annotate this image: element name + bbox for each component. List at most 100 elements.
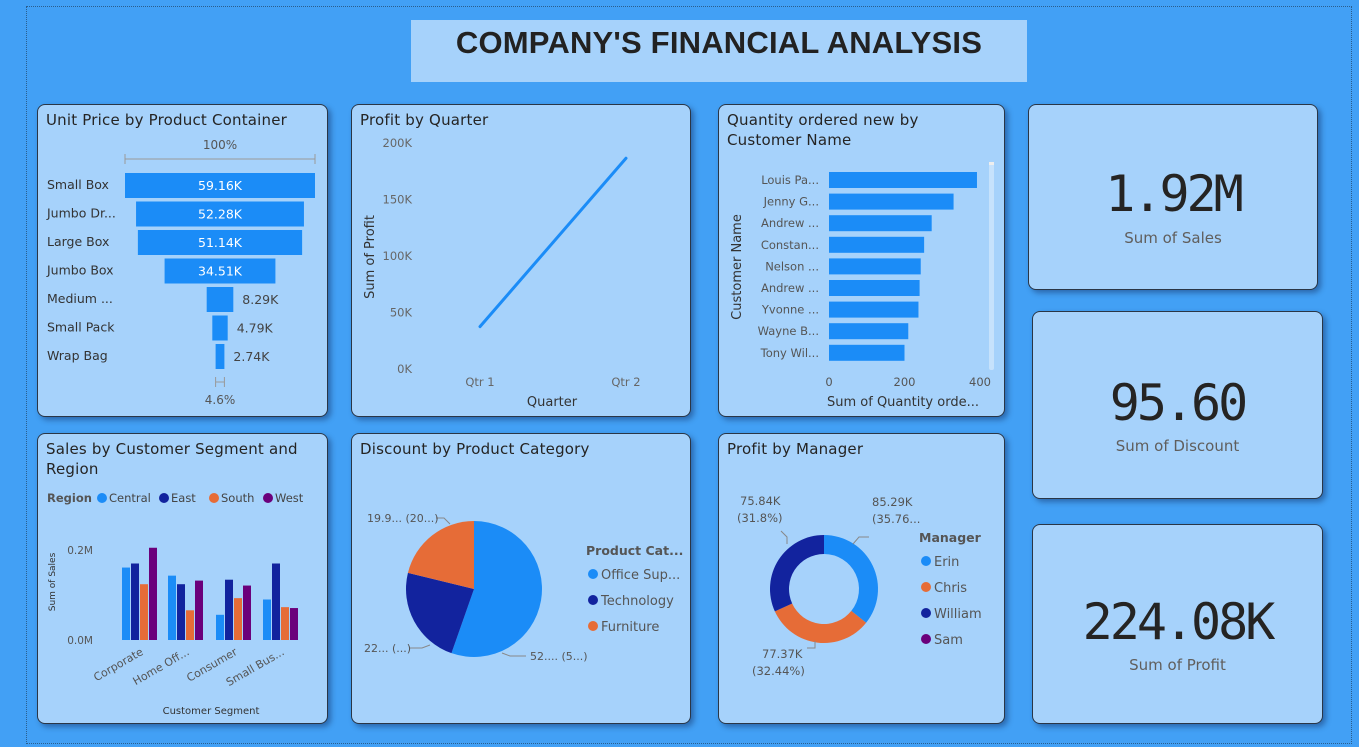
quantity-bar <box>829 215 932 232</box>
legend-label: South <box>221 491 254 505</box>
funnel-data-label: 4.79K <box>237 321 274 336</box>
legend-title: Region <box>47 491 92 505</box>
funnel-category-label: Medium ... <box>47 291 113 306</box>
y-tick-label: 200K <box>383 136 413 150</box>
y-tick-label: 50K <box>390 306 413 320</box>
customer-name-label: Jenny G... <box>763 195 819 209</box>
sales-bar <box>122 567 130 640</box>
discount-pie-chart: 52.... (5...) 22... (...) 19.9... (20...) P… <box>364 512 683 663</box>
x-axis-title: Sum of Quantity orde... <box>827 395 979 410</box>
y-axis-title: Customer Name <box>730 214 745 320</box>
legend-label: Sam <box>934 633 963 648</box>
leader-line <box>807 641 816 649</box>
legend-dot <box>263 493 273 503</box>
legend-dot <box>209 493 219 503</box>
quantity-bar <box>829 236 925 253</box>
legend-dot <box>159 493 169 503</box>
donut-slice <box>770 535 824 612</box>
quantity-bar <box>829 323 909 340</box>
quantity-bar <box>829 193 954 210</box>
x-axis-title: Quarter <box>527 395 578 410</box>
kpi-card-profit[interactable]: 224.08K Sum of Profit <box>1032 524 1323 724</box>
y-tick-label: 0.2M <box>67 545 93 557</box>
x-tick-label: Qtr 2 <box>611 375 640 389</box>
legend-dot <box>588 621 598 631</box>
y-axis-title: Sum of Profit <box>363 215 378 299</box>
sales-bar <box>243 585 251 640</box>
legend-label: Central <box>109 491 151 505</box>
kpi-label: Sum of Discount <box>1115 437 1240 455</box>
funnel-data-label: 59.16K <box>198 178 243 193</box>
funnel-chart-panel[interactable]: Unit Price by Product Container 100% Smal… <box>37 104 328 417</box>
sales-bar <box>168 575 176 640</box>
x-axis-title: Customer Segment <box>163 706 260 717</box>
sales-bar <box>272 563 280 640</box>
quantity-bar <box>829 344 905 361</box>
donut-data-label: (31.8%) <box>737 511 783 525</box>
customer-bar-chart: Louis Pa... Jenny G... Andrew ... Constan..… <box>730 162 994 410</box>
pie-data-label: 52.... (5...) <box>530 650 588 663</box>
funnel-chart: 100% Small Box 59.16K Jumbo Dr... 52.28K Larg… <box>46 138 316 407</box>
quantity-bar <box>829 301 919 318</box>
customer-name-label: Yvonne ... <box>761 303 819 317</box>
funnel-data-label: 51.14K <box>198 235 243 250</box>
customer-name-label: Tony Wil... <box>760 346 819 360</box>
legend-dot <box>921 608 931 618</box>
funnel-top-percent: 100% <box>203 138 237 152</box>
kpi-value: 95.60 <box>1109 374 1249 432</box>
funnel-bar <box>215 344 225 369</box>
customer-bar-chart-panel[interactable]: Quantity ordered new by Customer Name Lo… <box>718 104 1005 417</box>
legend-dot <box>588 595 598 605</box>
legend-title: Product Cat... <box>586 543 683 558</box>
legend-label: William <box>934 607 982 622</box>
report-title-box: COMPANY'S FINANCIAL ANALYSIS <box>411 20 1027 82</box>
scrollbar-handle <box>989 162 994 165</box>
y-tick-label: 150K <box>383 193 413 207</box>
sales-bar <box>225 579 233 640</box>
y-tick-label: 100K <box>383 249 413 263</box>
funnel-category-label: Jumbo Dr... <box>46 206 116 221</box>
kpi-card-discount[interactable]: 95.60 Sum of Discount <box>1032 311 1323 499</box>
legend-dot <box>921 582 931 592</box>
sales-bar <box>177 584 185 640</box>
customer-name-label: Wayne B... <box>758 324 819 338</box>
donut-slice <box>824 535 878 623</box>
quantity-bar <box>829 258 921 275</box>
customer-name-label: Constan... <box>761 238 819 252</box>
kpi-card-sales[interactable]: 1.92M Sum of Sales <box>1028 104 1318 290</box>
quantity-bar <box>829 280 920 296</box>
legend-label: East <box>171 491 196 505</box>
x-tick-label: 400 <box>969 375 991 389</box>
manager-donut-chart-panel[interactable]: Profit by Manager 85.29K (35.76... 77.37K(… <box>718 433 1005 724</box>
legend-dot <box>921 634 931 644</box>
legend-title: Manager <box>919 530 982 545</box>
legend-label: Technology <box>600 594 674 609</box>
funnel-category-label: Small Box <box>47 177 109 192</box>
x-tick-label: 0 <box>825 375 832 389</box>
x-tick-label: 200 <box>894 375 916 389</box>
sales-bar <box>195 580 203 640</box>
customer-name-label: Louis Pa... <box>761 173 819 187</box>
customer-name-label: Nelson ... <box>765 259 819 273</box>
funnel-data-label: 34.51K <box>198 264 243 279</box>
x-tick-label: Qtr 1 <box>465 375 494 389</box>
legend-dot <box>921 556 931 566</box>
discount-pie-chart-panel[interactable]: Discount by Product Category 52.... (5..… <box>351 433 691 724</box>
sales-bar <box>281 607 289 640</box>
kpi-value: 224.08K <box>1082 593 1276 651</box>
segment-region-chart-panel[interactable]: Sales by Customer Segment and Region Reg… <box>37 433 328 724</box>
line-chart-panel[interactable]: Profit by Quarter 0K 50K 100K 150K 200K Qtr 1… <box>351 104 691 417</box>
sales-bar <box>131 563 139 640</box>
donut-data-label: (35.76... <box>872 512 920 526</box>
y-axis-title: Sum of Sales <box>48 552 58 611</box>
leader-line <box>501 652 526 657</box>
manager-donut-chart: 85.29K (35.76... 77.37K (32.44%) 75.84K (31.8… <box>737 494 982 678</box>
funnel-bottom-percent: 4.6% <box>205 393 236 407</box>
quantity-bar <box>829 172 977 188</box>
kpi-label: Sum of Profit <box>1129 656 1226 674</box>
donut-data-label: 85.29K <box>872 495 913 509</box>
legend-label: Office Sup... <box>601 568 680 583</box>
sales-bar <box>186 610 194 640</box>
funnel-bar <box>212 315 228 341</box>
funnel-category-label: Large Box <box>47 234 109 249</box>
